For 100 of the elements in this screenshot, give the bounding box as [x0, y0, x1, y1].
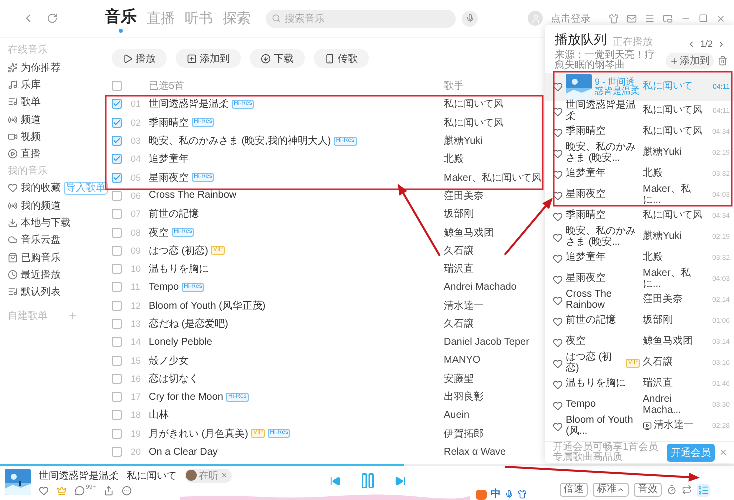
row-checkbox[interactable]	[112, 282, 122, 292]
speed-button[interactable]: 倍速	[560, 483, 588, 497]
row-checkbox[interactable]	[112, 374, 122, 384]
next-page-icon[interactable]	[717, 40, 726, 48]
like-icon[interactable]	[553, 380, 563, 390]
song-title[interactable]: 山林	[149, 408, 169, 422]
previous-icon[interactable]	[330, 476, 341, 486]
artist-name[interactable]: MANYO	[444, 355, 481, 366]
like-icon[interactable]	[553, 358, 563, 368]
song-title[interactable]: 恋は切なく	[149, 372, 199, 386]
close-icon[interactable]	[221, 472, 228, 479]
now-playing-artist[interactable]: 私に闻いて	[127, 468, 177, 482]
row-checkbox[interactable]	[112, 428, 122, 439]
queue-source[interactable]: 来源：一觉到天亮！疗愈失眠的钢琴曲	[555, 51, 657, 71]
row-checkbox[interactable]	[112, 319, 122, 329]
artist-name[interactable]: 鲸鱼马戏团	[444, 226, 494, 240]
song-title[interactable]: 前世の記憶	[149, 207, 199, 222]
maximize-icon[interactable]	[699, 14, 708, 23]
sidebar-item[interactable]: 视频	[8, 128, 41, 146]
row-checkbox[interactable]	[112, 246, 122, 256]
crown-icon[interactable]	[57, 486, 67, 496]
artist-name[interactable]: 麒糖Yuki	[444, 134, 483, 148]
song-title[interactable]: 恋だね (是恋爱吧)	[149, 317, 228, 331]
sidebar-item[interactable]: 乐库	[8, 76, 41, 94]
song-title[interactable]: はつ恋 (初恋)	[149, 244, 208, 258]
row-checkbox[interactable]	[112, 337, 122, 348]
song-title[interactable]: 世间透惑皆是温柔	[149, 97, 229, 112]
comment-icon[interactable]	[75, 486, 85, 496]
queue-button[interactable]	[697, 484, 710, 496]
like-icon[interactable]	[553, 82, 563, 92]
menu-icon[interactable]	[645, 14, 655, 24]
sidebar-item[interactable]: 我的收藏 导入歌单	[8, 180, 108, 198]
row-checkbox[interactable]	[112, 136, 122, 146]
song-title[interactable]: 追梦童年	[149, 152, 189, 166]
song-title[interactable]: Tempo	[149, 282, 180, 293]
song-title[interactable]: Cross The Rainbow	[149, 190, 237, 202]
like-icon[interactable]	[553, 422, 563, 432]
sidebar-item[interactable]: 本地与下载	[8, 214, 71, 232]
sidebar-item[interactable]: 最近播放	[8, 266, 61, 284]
next-icon[interactable]	[395, 476, 406, 486]
like-icon[interactable]	[553, 232, 563, 242]
song-title[interactable]: 殻ノ少女	[149, 354, 189, 368]
artist-name[interactable]: 出羽良彰	[444, 390, 484, 404]
row-checkbox[interactable]	[112, 264, 122, 274]
row-checkbox[interactable]	[112, 209, 122, 220]
song-title[interactable]: Lonely Pebble	[149, 336, 212, 348]
add-icon[interactable]	[68, 310, 78, 321]
artist-name[interactable]: Relax α Wave	[444, 446, 506, 458]
like-icon[interactable]	[553, 338, 563, 348]
download-button[interactable]: 下载	[250, 49, 305, 68]
row-checkbox[interactable]	[112, 228, 122, 238]
song-title[interactable]: 温もりを胸に	[149, 262, 209, 276]
artist-name[interactable]: Auein	[444, 410, 470, 421]
sidebar-item[interactable]: 歌单	[8, 94, 41, 111]
artist-name[interactable]: Daniel Jacob Teper	[444, 336, 530, 348]
like-icon[interactable]	[553, 148, 563, 158]
like-icon[interactable]	[553, 128, 563, 138]
song-title[interactable]: On a Clear Day	[149, 446, 218, 458]
row-checkbox[interactable]	[112, 118, 122, 128]
song-title[interactable]: Cry for the Moon	[149, 392, 224, 403]
add-to-button[interactable]: 添加到	[176, 49, 241, 68]
row-checkbox[interactable]	[112, 172, 122, 183]
song-title[interactable]: Bloom of Youth (风华正茂)	[149, 298, 266, 313]
sidebar-item[interactable]: 音乐云盘	[8, 232, 61, 249]
close-icon[interactable]	[716, 14, 726, 24]
artist-name[interactable]: 久石譲	[444, 317, 474, 331]
voice-search-button[interactable]	[462, 10, 478, 26]
effect-button[interactable]: 音效	[634, 483, 662, 497]
artist-name[interactable]: 清水達一	[444, 298, 484, 313]
row-checkbox[interactable]	[112, 300, 122, 311]
like-icon[interactable]	[553, 400, 563, 410]
artist-name[interactable]: 久石譲	[444, 244, 474, 258]
artist-name[interactable]: Andrei Machado	[444, 282, 517, 293]
transfer-button[interactable]: 传歌	[314, 49, 369, 68]
row-checkbox[interactable]	[112, 392, 122, 402]
like-icon[interactable]	[553, 254, 563, 264]
artist-name[interactable]: 安藤聖	[444, 372, 474, 386]
artist-name[interactable]: 私に闻いて风	[444, 116, 504, 130]
like-icon[interactable]	[553, 296, 563, 306]
timer-icon[interactable]	[667, 485, 677, 495]
song-title[interactable]: 季雨晴空	[149, 116, 189, 130]
mv-icon[interactable]	[643, 422, 652, 431]
like-icon[interactable]	[553, 212, 563, 222]
quality-button[interactable]: 标准	[593, 483, 629, 497]
row-checkbox[interactable]	[112, 356, 122, 366]
row-checkbox[interactable]	[112, 99, 122, 110]
share-icon[interactable]	[104, 486, 114, 496]
sidebar-item[interactable]: 默认列表	[8, 284, 61, 301]
sidebar-item[interactable]: 频道	[8, 110, 41, 128]
ime-logo-icon[interactable]	[476, 490, 487, 500]
mic-icon[interactable]	[505, 490, 514, 499]
sidebar-item[interactable]: 直播	[8, 145, 41, 163]
song-title[interactable]: 月がきれい (月色真美)	[149, 426, 248, 441]
play-button[interactable]: 播放	[112, 49, 167, 68]
close-icon[interactable]	[719, 448, 728, 457]
like-icon[interactable]	[553, 274, 563, 284]
row-checkbox[interactable]	[112, 410, 122, 420]
song-title[interactable]: 星雨夜空	[149, 170, 189, 185]
nav-tab[interactable]: 音乐	[100, 3, 142, 34]
like-icon[interactable]	[553, 106, 563, 116]
